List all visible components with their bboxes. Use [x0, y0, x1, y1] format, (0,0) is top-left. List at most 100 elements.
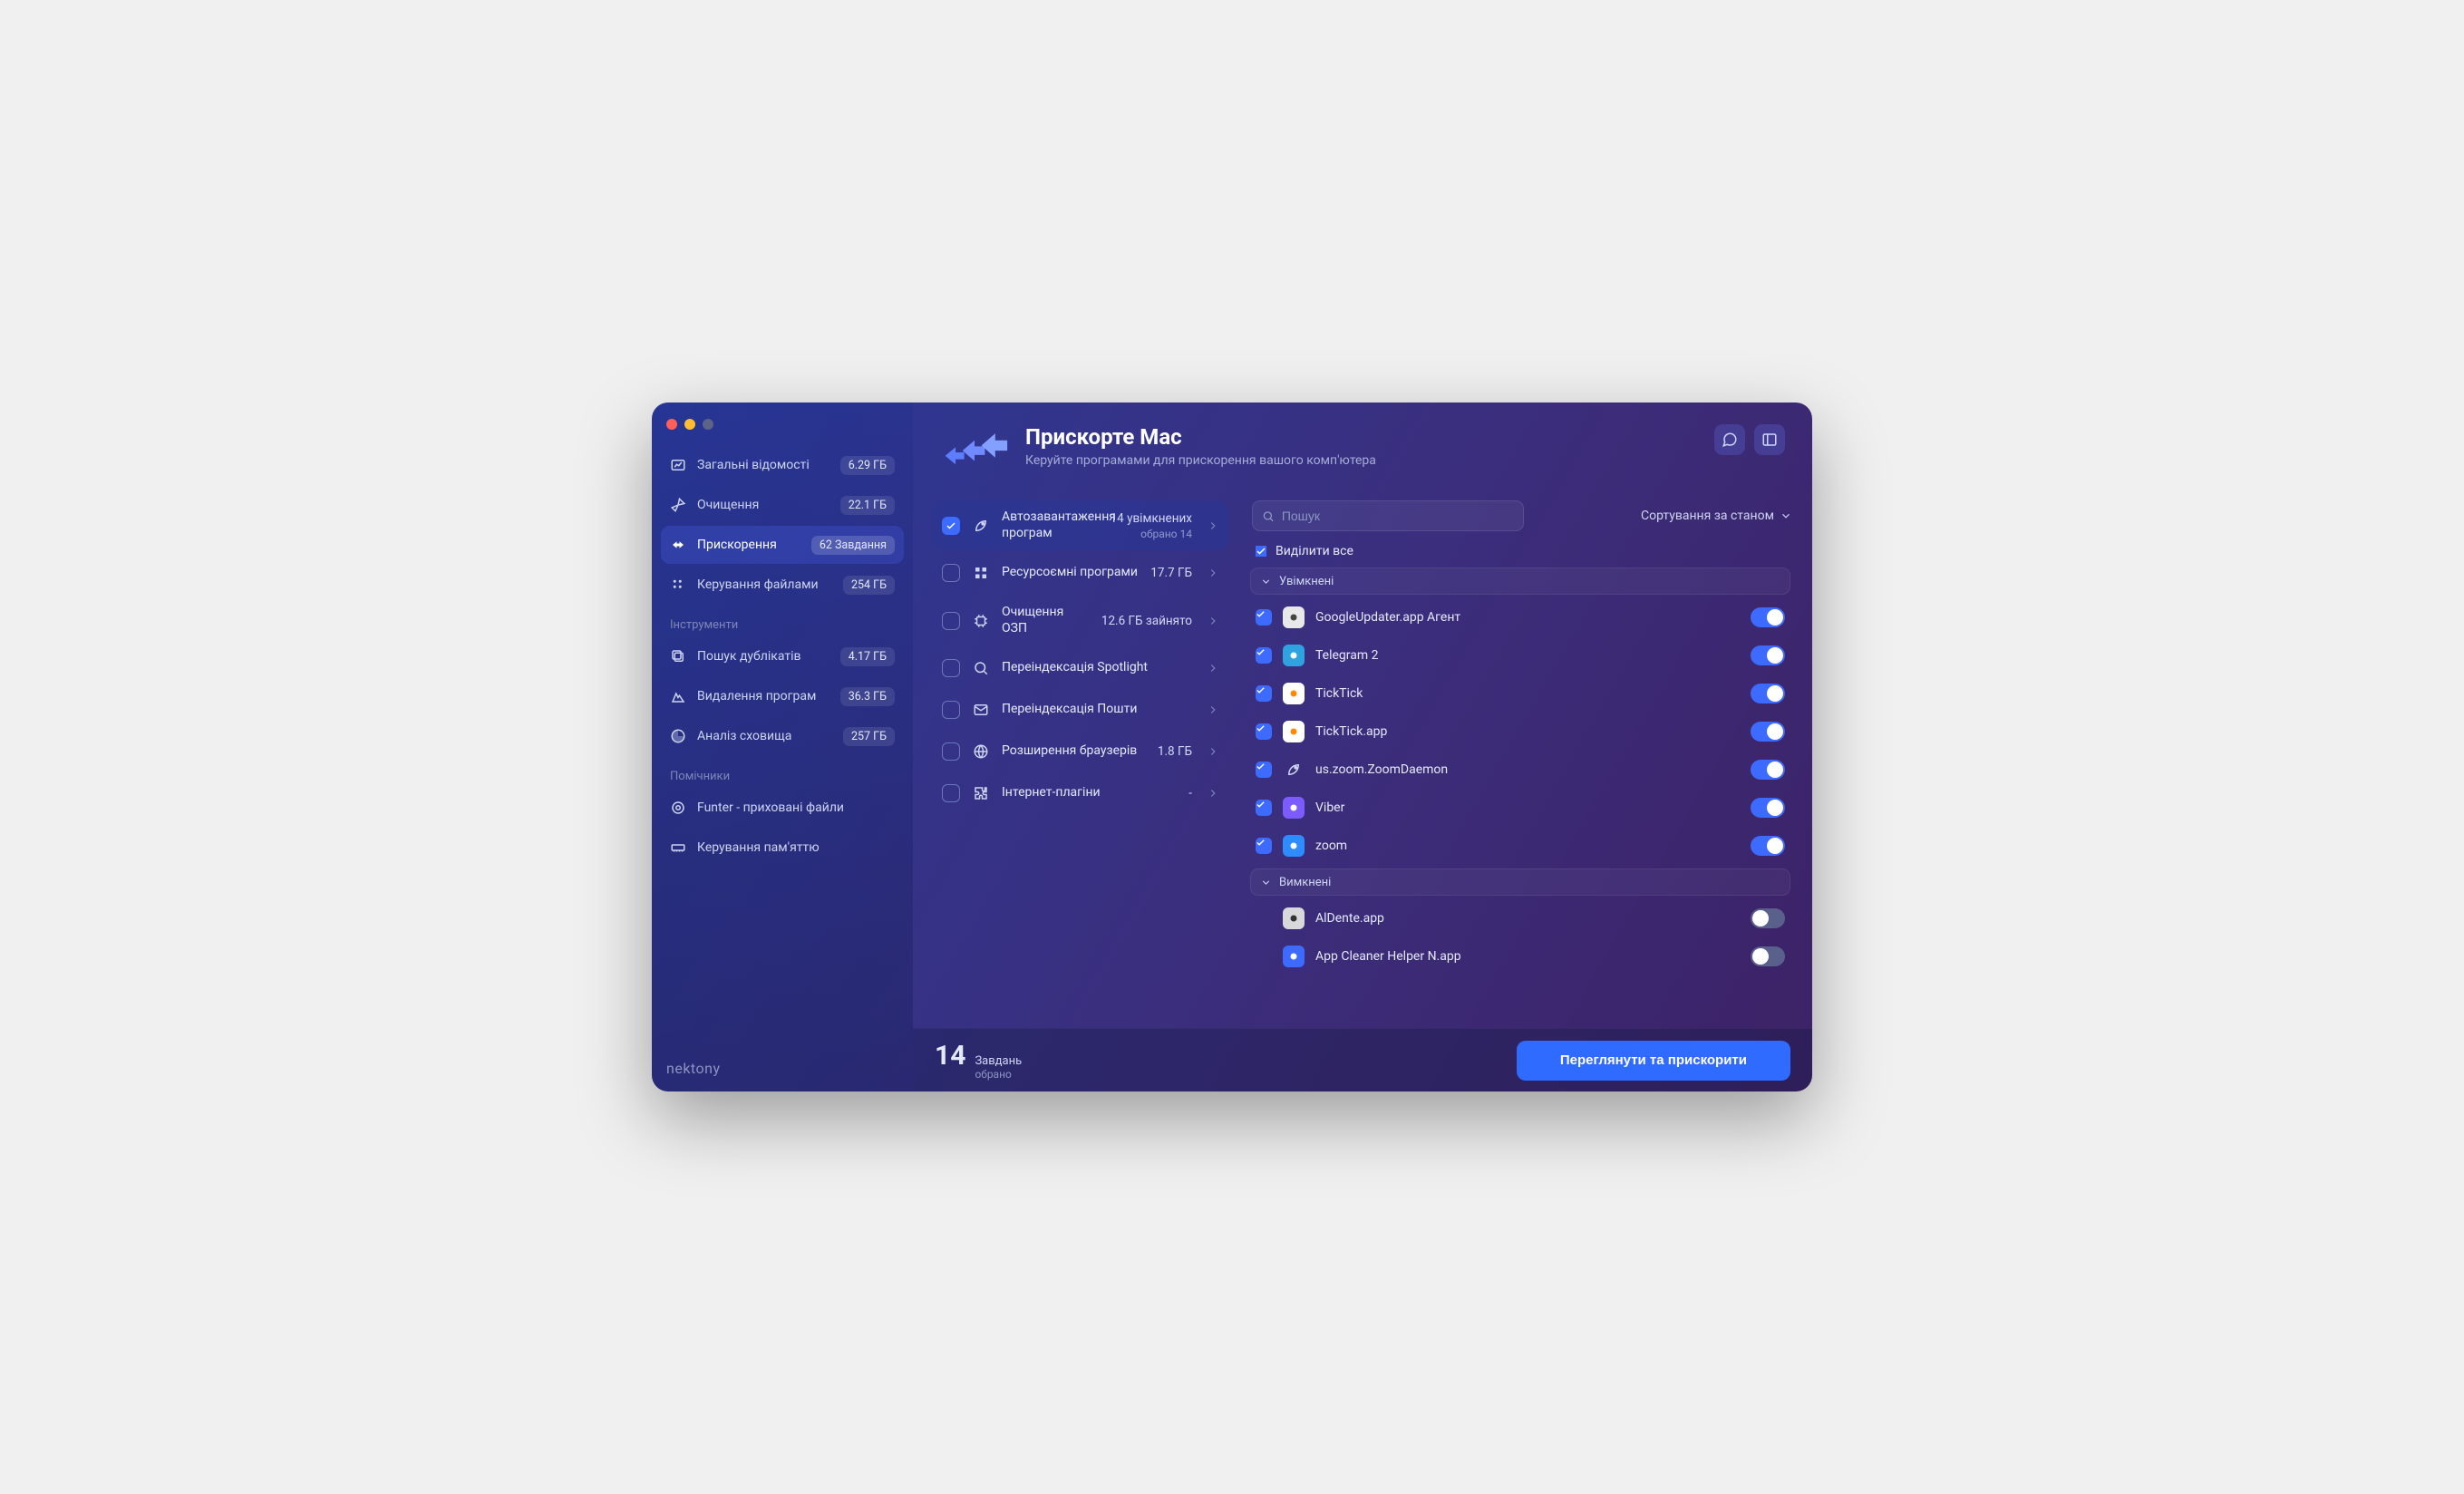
category-checkbox[interactable]: [942, 564, 960, 582]
category-checkbox[interactable]: [942, 612, 960, 630]
sidebar: Загальні відомості6.29 ГБОчищення22.1 ГБ…: [652, 403, 913, 1091]
search-input[interactable]: [1282, 509, 1514, 523]
search-field[interactable]: [1252, 500, 1524, 531]
review-speedup-button[interactable]: Переглянути та прискорити: [1517, 1041, 1790, 1081]
sidebar-item[interactable]: Прискорення62 Завдання: [661, 526, 904, 564]
brand-logo: nektony: [666, 1060, 721, 1077]
app-row[interactable]: Telegram 2: [1248, 636, 1792, 674]
sidebar-item-badge: 257 ГБ: [843, 727, 895, 746]
category-checkbox[interactable]: [942, 659, 960, 677]
chevron-right-icon: [1207, 519, 1219, 532]
feedback-button[interactable]: [1714, 424, 1745, 455]
category-item[interactable]: Очищення ОЗП12.6 ГБ зайнято: [933, 596, 1228, 645]
app-row[interactable]: App Cleaner Helper N.app: [1248, 937, 1792, 975]
app-row[interactable]: TickTick.app: [1248, 713, 1792, 751]
category-title: Переіндексація Spotlight: [1002, 660, 1181, 676]
app-icon: [1283, 721, 1305, 742]
rocket-icon: [971, 516, 991, 536]
app-toggle[interactable]: [1751, 908, 1785, 928]
sidebar-item-label: Керування файлами: [697, 577, 834, 592]
search-icon: [971, 658, 991, 678]
chevron-right-icon: [1207, 615, 1219, 627]
app-name: TickTick: [1315, 686, 1740, 701]
app-name: zoom: [1315, 839, 1740, 853]
app-checkbox[interactable]: [1256, 647, 1272, 664]
category-item[interactable]: Ресурсоємні програми17.7 ГБ: [933, 554, 1228, 592]
app-toggle[interactable]: [1751, 760, 1785, 780]
app-checkbox[interactable]: [1256, 838, 1272, 854]
group-disabled-header[interactable]: Вимкнені: [1250, 868, 1790, 896]
sidebar-item[interactable]: Видалення програм 36.3 ГБ: [661, 677, 904, 715]
app-icon: [1283, 645, 1305, 666]
app-toggle[interactable]: [1751, 798, 1785, 818]
sidebar-item-badge: 254 ГБ: [843, 576, 895, 595]
group-enabled-header[interactable]: Увімкнені: [1250, 568, 1790, 595]
sidebar-item[interactable]: Аналіз сховища257 ГБ: [661, 717, 904, 755]
select-all-checkbox[interactable]: [1256, 546, 1266, 557]
category-list: Автозавантаження програм14 увімкненихобр…: [913, 493, 1243, 1028]
category-checkbox[interactable]: [942, 517, 960, 535]
app-row[interactable]: zoom: [1248, 827, 1792, 865]
window-minimize-button[interactable]: [684, 419, 695, 430]
category-item[interactable]: Автозавантаження програм14 увімкненихобр…: [933, 500, 1228, 550]
selected-count-number: 14: [935, 1040, 965, 1072]
app-toggle[interactable]: [1751, 645, 1785, 665]
sidebar-item-label: Funter - приховані файли: [697, 800, 895, 815]
app-checkbox[interactable]: [1256, 910, 1272, 926]
app-toggle[interactable]: [1751, 722, 1785, 742]
sort-label: Сортування за станом: [1641, 509, 1774, 523]
window-zoom-button[interactable]: [703, 419, 713, 430]
chevron-down-icon: [1260, 877, 1272, 888]
category-title: Ресурсоємні програми: [1002, 565, 1140, 581]
app-row[interactable]: TickTick: [1248, 674, 1792, 713]
app-icon: [1283, 946, 1305, 967]
header-arrows-icon: [940, 424, 1009, 480]
category-subvalue: обрано 14: [1140, 528, 1192, 540]
app-checkbox[interactable]: [1256, 723, 1272, 740]
category-checkbox[interactable]: [942, 701, 960, 719]
app-toggle[interactable]: [1751, 607, 1785, 627]
app-icon: [1283, 759, 1305, 781]
category-value: -: [1188, 786, 1192, 800]
sidebar-item[interactable]: Керування файлами 254 ГБ: [661, 566, 904, 604]
app-row[interactable]: Viber: [1248, 789, 1792, 827]
app-checkbox[interactable]: [1256, 762, 1272, 778]
app-checkbox[interactable]: [1256, 609, 1272, 626]
sidebar-item[interactable]: Очищення22.1 ГБ: [661, 486, 904, 524]
category-checkbox[interactable]: [942, 742, 960, 761]
app-row[interactable]: us.zoom.ZoomDaemon: [1248, 751, 1792, 789]
sidebar-item[interactable]: Пошук дублікатів4.17 ГБ: [661, 637, 904, 675]
app-window: Загальні відомості6.29 ГБОчищення22.1 ГБ…: [652, 403, 1812, 1091]
category-title: Інтернет-плагіни: [1002, 785, 1178, 801]
category-item[interactable]: Розширення браузерів1.8 ГБ: [933, 732, 1228, 771]
sidebar-item-badge: 36.3 ГБ: [840, 687, 895, 706]
app-checkbox[interactable]: [1256, 685, 1272, 702]
selected-count-sub: обрано: [975, 1069, 1022, 1081]
main-pane: Прискорте Mac Керуйте програмами для при…: [913, 403, 1812, 1091]
sidebar-item[interactable]: Керування пам'яттю: [661, 829, 904, 867]
puzzle-icon: [971, 783, 991, 803]
category-item[interactable]: Інтернет-плагіни-: [933, 774, 1228, 812]
app-name: Telegram 2: [1315, 648, 1740, 663]
app-toggle[interactable]: [1751, 684, 1785, 703]
sidebar-item-label: Видалення програм: [697, 689, 831, 703]
category-item[interactable]: Переіндексація Пошти: [933, 691, 1228, 729]
category-item[interactable]: Переіндексація Spotlight: [933, 649, 1228, 687]
category-checkbox[interactable]: [942, 784, 960, 802]
app-toggle[interactable]: [1751, 946, 1785, 966]
app-toggle[interactable]: [1751, 836, 1785, 856]
sort-dropdown[interactable]: Сортування за станом: [1641, 509, 1792, 523]
sidebar-item[interactable]: Загальні відомості6.29 ГБ: [661, 446, 904, 484]
app-row[interactable]: GoogleUpdater.app Агент: [1248, 598, 1792, 636]
app-row[interactable]: AlDente.app: [1248, 899, 1792, 937]
app-checkbox[interactable]: [1256, 948, 1272, 965]
app-checkbox[interactable]: [1256, 800, 1272, 816]
sidebar-item-label: Керування пам'яттю: [697, 840, 895, 855]
app-name: GoogleUpdater.app Агент: [1315, 610, 1740, 625]
category-value: 14 увімкнених: [1111, 511, 1192, 526]
sidebar-toggle-button[interactable]: [1754, 424, 1785, 455]
app-name: AlDente.app: [1315, 911, 1740, 926]
window-close-button[interactable]: [666, 419, 677, 430]
ram-icon: [668, 838, 688, 858]
sidebar-item[interactable]: Funter - приховані файли: [661, 789, 904, 827]
